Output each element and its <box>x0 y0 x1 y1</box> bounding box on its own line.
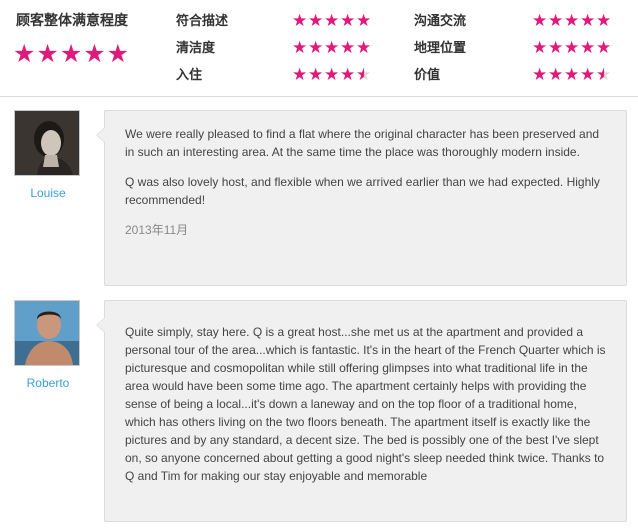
review-bubble: We were really pleased to find a flat wh… <box>96 110 627 286</box>
section-divider <box>0 96 638 97</box>
ratings-summary: 顾客整体满意程度 ★★★★★ 符合描述 ★★★★★ 沟通交流 ★★★★★ 清洁度… <box>0 0 638 95</box>
avatar[interactable] <box>14 110 80 176</box>
rating-label-accuracy: 符合描述 <box>176 13 229 28</box>
star-icon: ★ <box>292 11 309 30</box>
overall-rating-stars: ★★★★★ <box>13 40 131 68</box>
rating-stars-communication: ★★★★★ <box>532 11 612 31</box>
star-icon: ★ <box>324 11 341 30</box>
star-icon: ★ <box>308 65 325 84</box>
reviewer-name[interactable]: Louise <box>0 186 96 200</box>
reviews-page: 顾客整体满意程度 ★★★★★ 符合描述 ★★★★★ 沟通交流 ★★★★★ 清洁度… <box>0 0 638 528</box>
review-date: 2013年11月 <box>125 223 189 237</box>
star-icon: ★ <box>532 11 549 30</box>
rating-stars-accuracy: ★★★★★ <box>292 11 372 31</box>
rating-stars-location: ★★★★★ <box>532 38 612 58</box>
star-icon: ★ <box>532 38 549 57</box>
review-paragraph: Q was also lovely host, and flexible whe… <box>125 175 600 207</box>
reviewer-photo-louise <box>15 111 79 175</box>
star-icon: ★ <box>564 65 581 84</box>
star-icon: ★ <box>580 65 597 84</box>
rating-stars-cleanliness: ★★★★★ <box>292 38 372 58</box>
star-icon: ★ <box>532 65 549 84</box>
star-icon: ★ <box>292 38 309 57</box>
star-icon: ★ <box>356 38 373 57</box>
star-icon: ★ <box>340 38 357 57</box>
reviewer-name[interactable]: Roberto <box>0 376 96 390</box>
rating-stars-checkin: ★★★★★ <box>292 65 372 85</box>
star-icon: ★ <box>340 65 357 84</box>
review-paragraph: We were really pleased to find a flat wh… <box>125 127 600 159</box>
rating-label-checkin: 入住 <box>176 67 203 82</box>
review-bubble: Quite simply, stay here. Q is a great ho… <box>96 300 627 522</box>
star-icon: ★ <box>596 38 613 57</box>
star-icon: ★ <box>596 65 613 84</box>
star-icon: ★ <box>292 65 309 84</box>
rating-label-cleanliness: 清洁度 <box>176 40 216 55</box>
avatar[interactable] <box>14 300 80 366</box>
star-icon: ★ <box>548 11 565 30</box>
rating-label-value: 价值 <box>414 67 441 82</box>
star-icon: ★ <box>356 65 373 84</box>
star-icon: ★ <box>324 38 341 57</box>
star-icon: ★ <box>308 11 325 30</box>
star-icon: ★ <box>356 11 373 30</box>
rating-stars-value: ★★★★★ <box>532 65 612 85</box>
star-icon: ★ <box>564 11 581 30</box>
overall-rating-label: 顾客整体满意程度 <box>16 12 128 28</box>
star-icon: ★ <box>324 65 341 84</box>
star-icon: ★ <box>548 65 565 84</box>
star-icon: ★ <box>564 38 581 57</box>
star-icon: ★ <box>580 38 597 57</box>
review-paragraph: Quite simply, stay here. Q is a great ho… <box>125 325 606 483</box>
reviewer-photo-roberto <box>15 301 79 365</box>
star-icon: ★ <box>548 38 565 57</box>
star-icon: ★ <box>580 11 597 30</box>
rating-label-communication: 沟通交流 <box>414 13 467 28</box>
star-icon: ★ <box>596 11 613 30</box>
star-icon: ★ <box>340 11 357 30</box>
star-icon: ★ <box>308 38 325 57</box>
rating-label-location: 地理位置 <box>414 40 467 55</box>
